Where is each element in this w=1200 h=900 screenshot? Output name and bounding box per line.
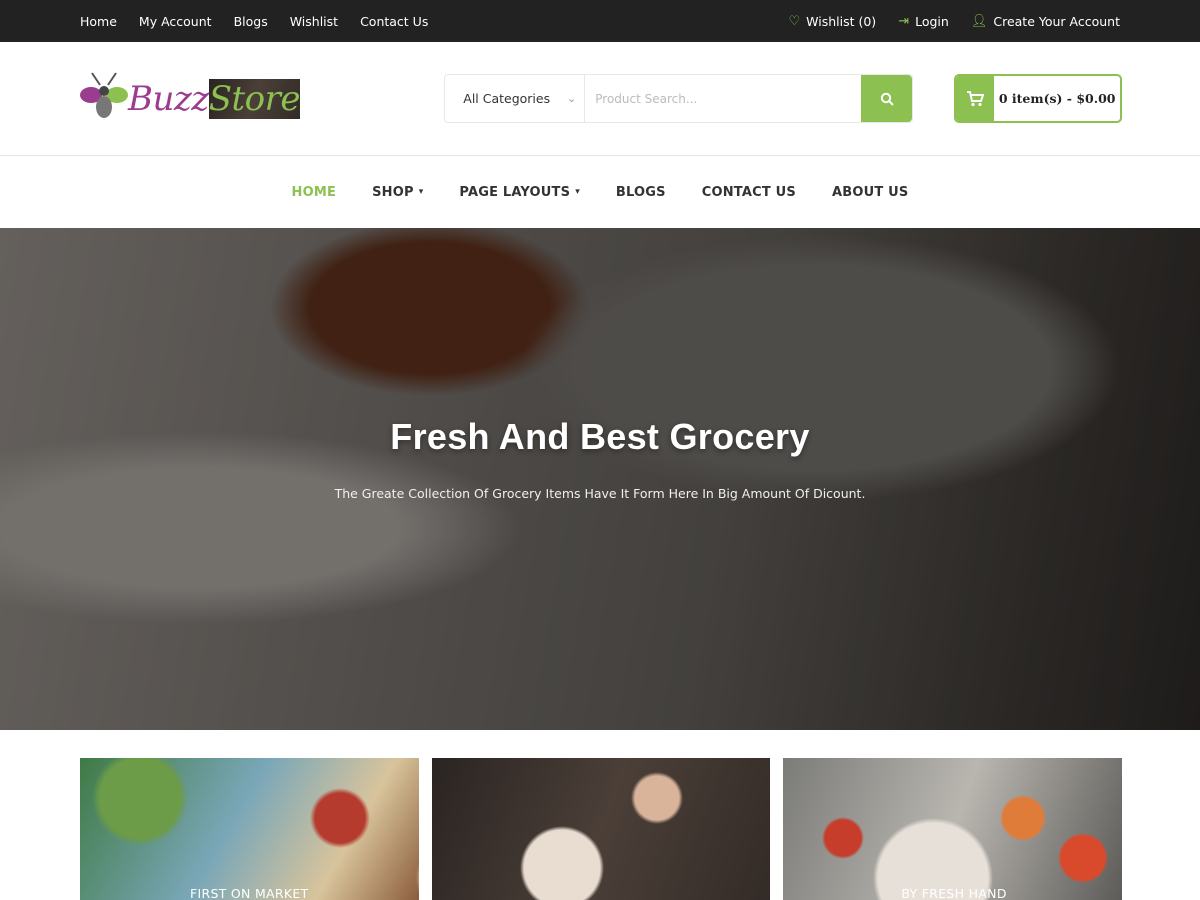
nav-contact-us[interactable]: CONTACT US — [702, 185, 796, 200]
login-icon: ⇥ — [898, 13, 910, 29]
banner-caption: BY FRESH HAND — [901, 886, 1007, 900]
promo-banner-first-on-market[interactable]: FIRST ON MARKET — [80, 758, 419, 900]
nav-page-layouts-label: PAGE LAYOUTS — [459, 184, 571, 200]
cart-button[interactable]: 0 item(s) - $0.00 — [954, 74, 1122, 123]
nav-about-us[interactable]: ABOUT US — [832, 185, 909, 200]
hero-subtitle: The Greate Collection Of Grocery Items H… — [334, 486, 866, 501]
nav-blogs[interactable]: BLOGS — [616, 185, 666, 200]
category-select-value: All Categories — [463, 91, 551, 106]
brand-name-part1: Buzz — [128, 78, 209, 119]
cart-summary: 0 item(s) - $0.00 — [998, 91, 1116, 106]
chevron-down-icon: ⌄ — [567, 92, 577, 105]
hero-content: Fresh And Best Grocery The Greate Collec… — [0, 416, 1200, 504]
nav-shop[interactable]: SHOP ▾ — [372, 185, 423, 200]
account-links: ♡ Wishlist (0) ⇥ Login 👤︎ Create Your Ac… — [789, 14, 1121, 29]
promo-banner-couple[interactable] — [431, 758, 771, 900]
site-logo[interactable]: BuzzStore — [80, 71, 444, 127]
top-links: Home My Account Blogs Wishlist Contact U… — [80, 14, 428, 29]
main-nav: HOME SHOP ▾ PAGE LAYOUTS ▾ BLOGS CONTACT U… — [0, 156, 1200, 228]
site-header: BuzzStore All Categories ⌄ 0 item(s) - $… — [0, 42, 1200, 156]
search-icon — [880, 92, 894, 106]
nav-shop-label: SHOP — [372, 184, 414, 200]
heart-icon: ♡ — [788, 13, 801, 29]
bee-logo-icon — [80, 71, 128, 118]
chevron-down-icon: ▾ — [418, 187, 424, 197]
product-search: All Categories ⌄ — [444, 74, 914, 123]
top-link-blogs[interactable]: Blogs — [234, 14, 268, 29]
user-icon: 👤︎ — [970, 13, 988, 29]
brand-name: BuzzStore — [128, 78, 301, 119]
top-bar: Home My Account Blogs Wishlist Contact U… — [0, 0, 1200, 42]
login-label: Login — [915, 13, 949, 29]
top-link-wishlist[interactable]: Wishlist — [290, 14, 338, 29]
chevron-down-icon: ▾ — [575, 187, 580, 197]
create-account-label: Create Your Account — [993, 13, 1120, 29]
search-input[interactable] — [595, 91, 852, 106]
promo-banners: FIRST ON MARKET BY FRESH HAND — [0, 730, 1200, 900]
top-link-my-account[interactable]: My Account — [139, 14, 212, 29]
wishlist-link[interactable]: ♡ Wishlist (0) — [789, 14, 877, 29]
promo-banner-by-fresh-hand[interactable]: BY FRESH HAND — [783, 758, 1123, 900]
nav-home[interactable]: HOME — [292, 185, 337, 200]
search-button[interactable] — [861, 75, 913, 122]
wishlist-label: Wishlist (0) — [806, 13, 877, 29]
nav-page-layouts[interactable]: PAGE LAYOUTS ▾ — [459, 185, 579, 200]
top-link-home[interactable]: Home — [80, 14, 117, 29]
hero-title: Fresh And Best Grocery — [390, 416, 810, 457]
brand-name-part2: Store — [208, 78, 301, 119]
banner-caption: FIRST ON MARKET — [190, 886, 309, 900]
search-field — [585, 75, 861, 122]
create-account-link[interactable]: 👤︎ Create Your Account — [971, 14, 1120, 29]
category-select[interactable]: All Categories ⌄ — [445, 75, 586, 122]
login-link[interactable]: ⇥ Login — [898, 14, 949, 29]
cart-icon — [956, 76, 995, 121]
top-link-contact-us[interactable]: Contact Us — [360, 14, 428, 29]
hero-banner: Fresh And Best Grocery The Greate Collec… — [0, 228, 1200, 730]
